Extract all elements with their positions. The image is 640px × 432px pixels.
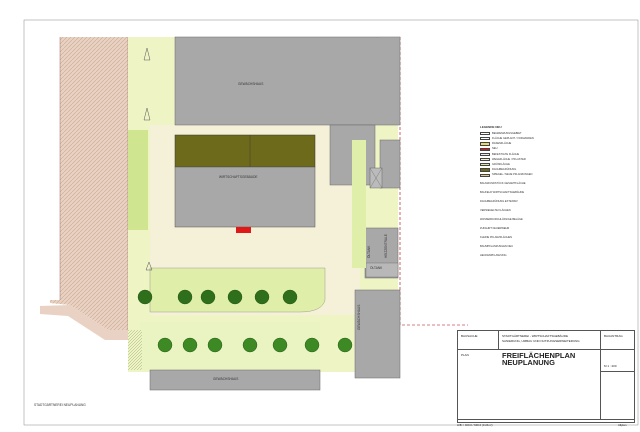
green-roof bbox=[174, 134, 316, 168]
label-wirtschaftsgebaeude: WIRTSCHAFTSGEBÄUDE bbox=[219, 175, 258, 179]
greenhouse-right bbox=[354, 289, 401, 379]
tb-footer-right: Allplan bbox=[618, 423, 627, 427]
tb-bauantrag: BAUANTRAG bbox=[604, 334, 623, 338]
legend-swatch bbox=[480, 132, 490, 136]
legend-note: KLEINE PFLANZFLÄCHEN bbox=[480, 236, 512, 239]
legend-label: WEGEFLÄCHE / PFLASTER bbox=[492, 157, 526, 161]
legend-note: VERSIEGELTE FLÄCHEN bbox=[480, 209, 511, 212]
legend-title: LEGENDE NEU bbox=[480, 125, 502, 129]
legend-label: DACHBEGRÜNUNG bbox=[492, 168, 517, 172]
green-strip-right bbox=[352, 140, 366, 268]
tb-footer: H/B = 400.0 / 600.0 (0.24m²) bbox=[457, 423, 493, 427]
lawn-center bbox=[149, 267, 326, 313]
legend-swatch bbox=[480, 137, 490, 141]
legend-swatch bbox=[480, 163, 490, 167]
legend-swatch bbox=[480, 147, 490, 151]
legend-label: BEGRENZUNGSGEBIET bbox=[492, 131, 522, 135]
legend-label: BEFESTIGTE FLÄCHE bbox=[492, 152, 520, 156]
site-plan-sheet: GEWÄCHSHAUS WIRTSCHAFTSGEBÄUDE GEWÄCHSHA… bbox=[0, 0, 640, 427]
label-heizzentrale: HEIZZENTRALE bbox=[384, 234, 388, 258]
tb-bausache: BAUSACHE bbox=[461, 334, 478, 338]
legend-note: BAUGRUNDSTÜCK GESAMTFLÄCHE bbox=[480, 182, 526, 185]
label-oeltank: ÖLTANK bbox=[367, 245, 371, 258]
greenhouse-top bbox=[174, 36, 401, 126]
building-right-2 bbox=[379, 139, 401, 189]
legend-label: RASENFLÄCHE bbox=[492, 142, 512, 146]
legend-label: GRÜNFLÄCHE bbox=[492, 163, 510, 166]
street-hatch bbox=[50, 37, 128, 330]
legend-note: BAUMPFLANZUNGEN NEU bbox=[480, 245, 514, 248]
hedge-strip-left bbox=[128, 130, 148, 230]
legend-swatch bbox=[480, 168, 490, 172]
legend-label: NEU bbox=[492, 147, 498, 151]
tb-project-1: STADTGÄRTNEREI - WIRTSCHAFTSGEBÄUDE bbox=[502, 334, 569, 338]
label-oeltank-h: ÖLTANK bbox=[370, 266, 383, 270]
tb-scale: M 1 : 200 bbox=[604, 364, 617, 368]
label-stadtgaertnerei: STADTGÄRTNEREI NEUPLANUNG bbox=[34, 403, 86, 407]
tb-plan-title-2: NEUPLANUNG bbox=[502, 358, 555, 367]
legend-note: ZUFAHRT FEUERWEHR bbox=[480, 227, 510, 230]
label-greenhouse-right: GEWÄCHSHAUS bbox=[357, 304, 361, 330]
legend-label: FLÄCHE GEPLANT / VORHANDEN bbox=[492, 137, 534, 140]
plot-boundary bbox=[399, 37, 468, 326]
title-block: BAUSACHE STADTGÄRTNEREI - WIRTSCHAFTSGEB… bbox=[457, 330, 635, 423]
legend-swatch bbox=[480, 158, 490, 162]
tb-plan-label: PLAN bbox=[461, 353, 469, 357]
legend-swatch bbox=[480, 142, 490, 146]
new-entrance-marker bbox=[236, 227, 251, 233]
legend-note: DACHBEGRÜNUNG EXTENSIV bbox=[480, 200, 518, 203]
legend-swatch bbox=[480, 173, 490, 177]
label-greenhouse-bottom: GEWÄCHSHAUS bbox=[213, 377, 239, 381]
legend-label: SPIEGEL / NEUE PFLANZUNGEN bbox=[492, 173, 533, 177]
legend-swatch bbox=[480, 152, 490, 156]
legend-note: HECKENPFLANZUNG bbox=[480, 254, 507, 257]
legend-note: BAUFELD WIRTSCHAFTSGEBÄUDE bbox=[480, 191, 525, 194]
legend-note: WASSERDURCHLÄSSIGE BELÄGE bbox=[480, 218, 523, 221]
tb-project-2: SANIERUNG, UMBAU UND NUTZUNGSERWEITERUNG bbox=[502, 339, 580, 343]
label-greenhouse-top: GEWÄCHSHAUS bbox=[238, 82, 264, 86]
